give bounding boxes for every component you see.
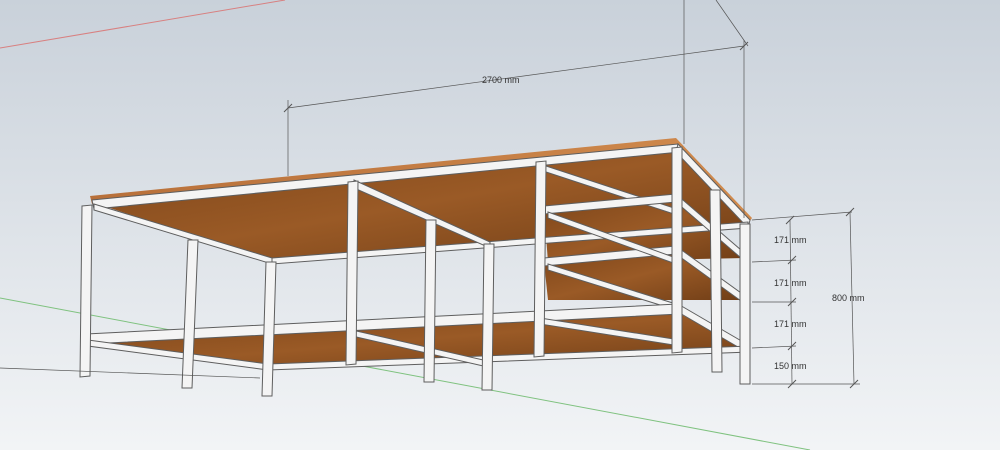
sketch-canvas[interactable]: 2700 mm 800 mm 171 mm 171 mm 171 mm 150 …: [0, 0, 1000, 450]
dimension-height-label: 800 mm: [832, 293, 865, 303]
leg-front-left: [79, 204, 93, 378]
leg-front-mid1: [345, 180, 359, 366]
model-viewport[interactable]: 2700 mm 800 mm 171 mm 171 mm 171 mm 150 …: [0, 0, 1000, 450]
leg-rear-right1: [709, 189, 723, 373]
dimension-shelf2-label: 171 mm: [774, 278, 807, 288]
leg-front-right: [671, 146, 683, 354]
dimension-shelf3-label: 171 mm: [774, 319, 807, 329]
leg-rear-right2: [739, 223, 751, 385]
leg-rear-mid1: [423, 219, 437, 383]
dimension-length-label: 2700 mm: [482, 75, 520, 85]
dimension-shelf1-label: 171 mm: [774, 235, 807, 245]
leg-front-mid2: [533, 160, 547, 358]
leg-rear-mid2: [481, 243, 495, 391]
dimension-bottom-label: 150 mm: [774, 361, 807, 371]
